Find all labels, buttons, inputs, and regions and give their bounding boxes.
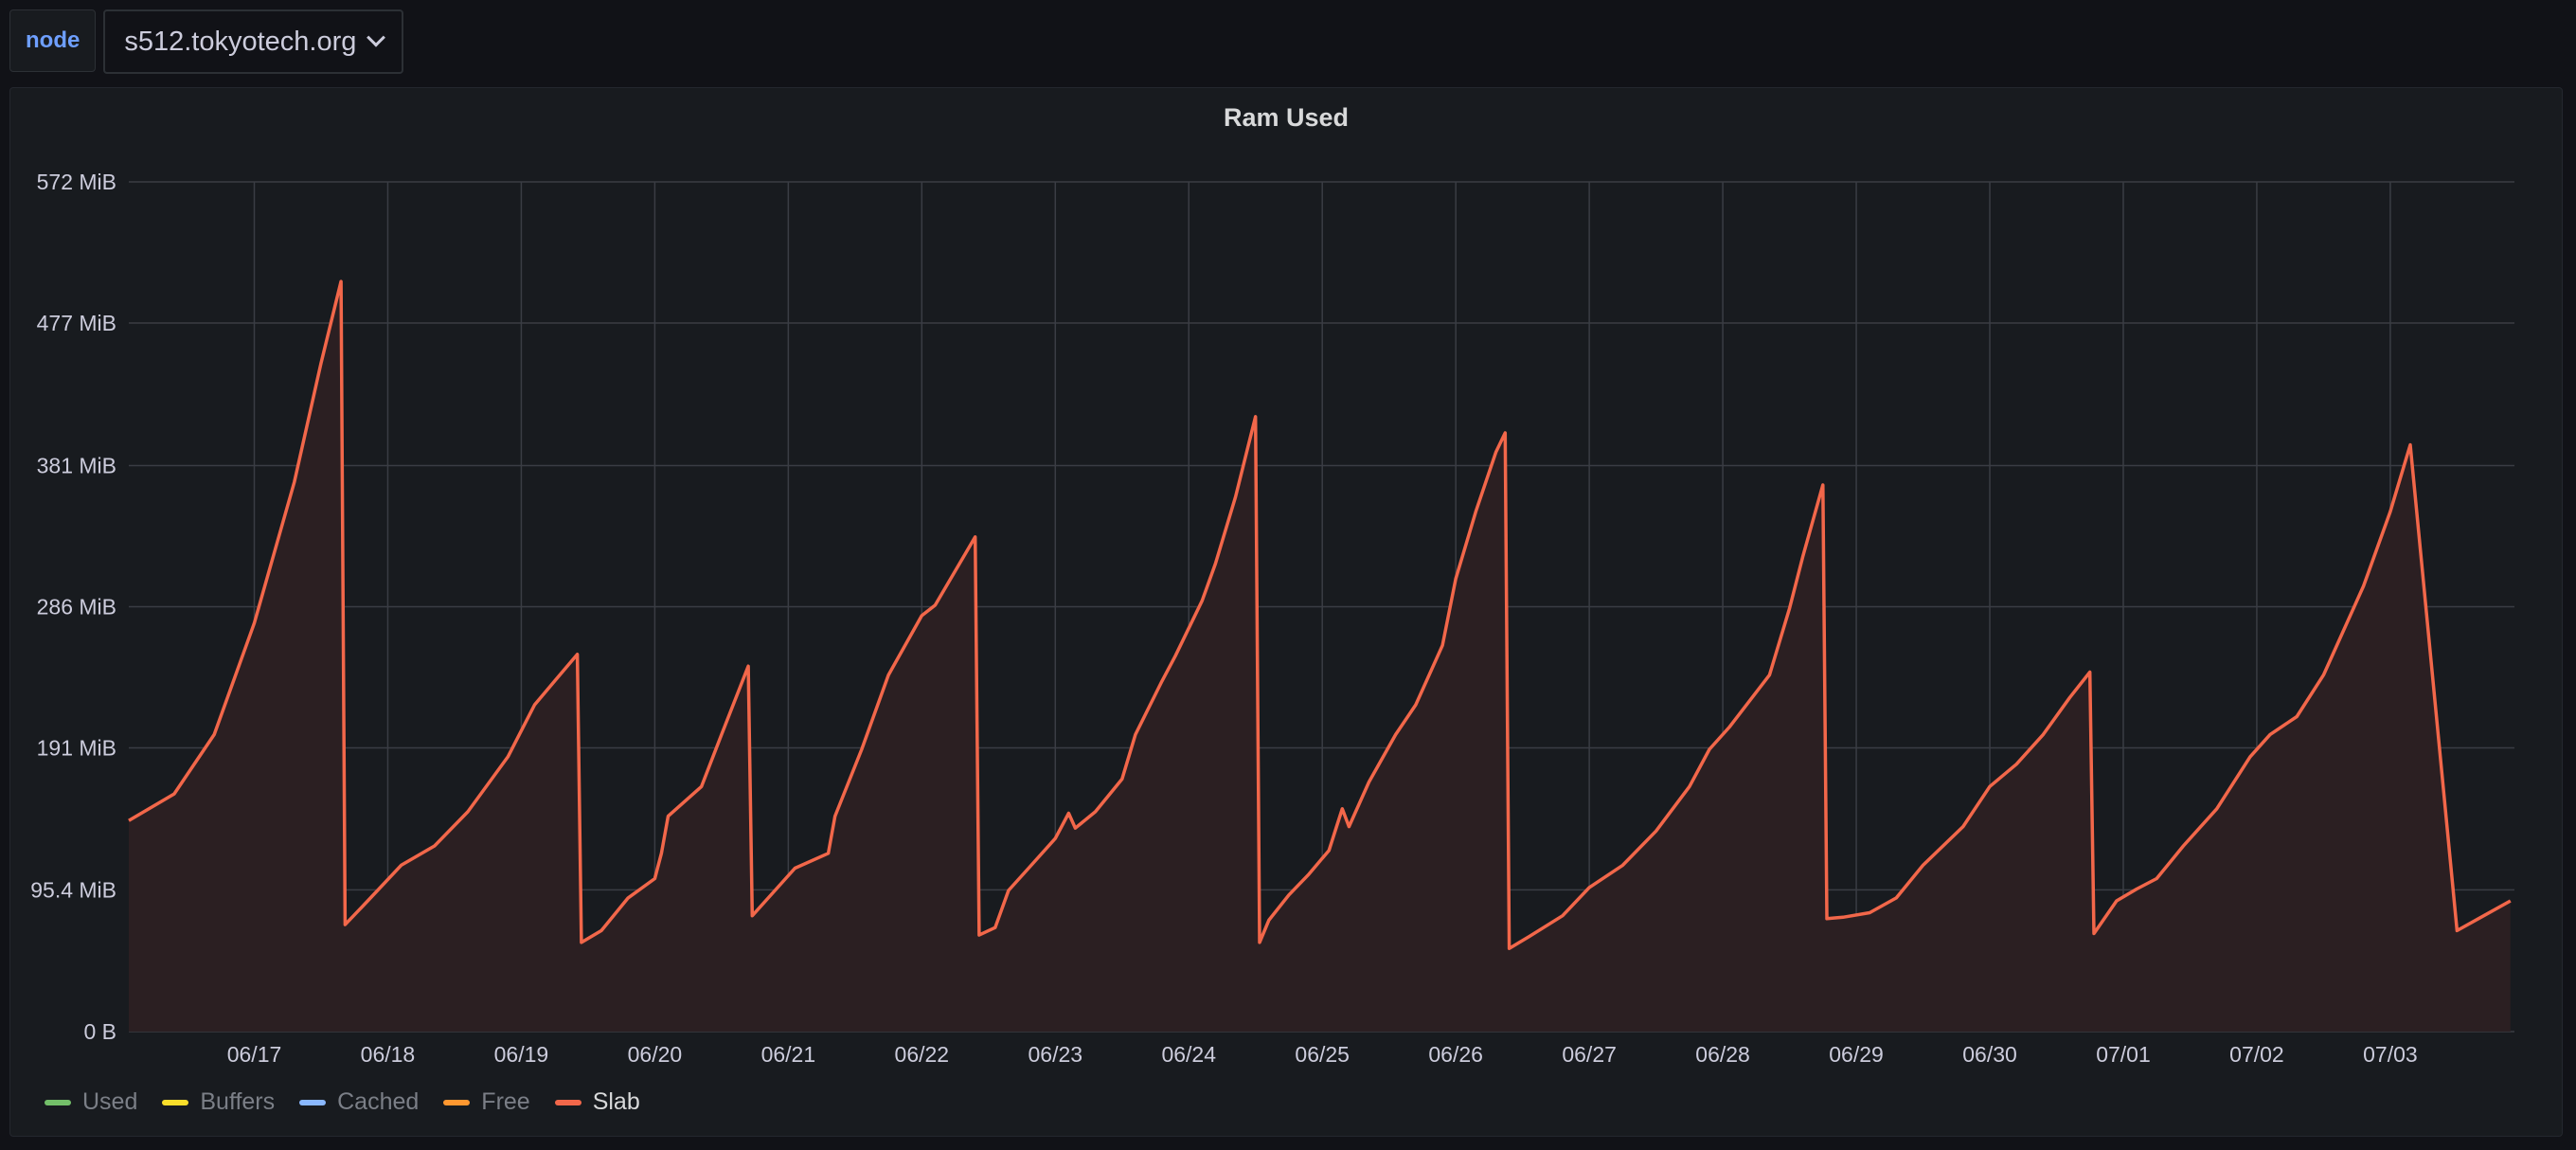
legend-label: Buffers xyxy=(200,1088,276,1115)
y-tick-label: 0 B xyxy=(83,1019,116,1044)
node-select[interactable]: s512.tokyotech.org xyxy=(103,9,404,74)
legend-item-used[interactable]: Used xyxy=(45,1088,137,1116)
x-tick-label: 06/25 xyxy=(1295,1042,1350,1067)
x-tick-label: 07/01 xyxy=(2096,1042,2151,1067)
legend-label: Used xyxy=(82,1088,138,1115)
x-tick-label: 06/28 xyxy=(1695,1042,1750,1067)
x-tick-label: 06/30 xyxy=(1962,1042,2017,1067)
legend-swatch xyxy=(554,1099,581,1105)
variable-bar: node s512.tokyotech.org xyxy=(9,9,404,74)
x-tick-label: 06/17 xyxy=(227,1042,282,1067)
x-tick-label: 06/20 xyxy=(628,1042,683,1067)
y-tick-label: 95.4 MiB xyxy=(30,877,116,902)
x-tick-label: 07/03 xyxy=(2363,1042,2418,1067)
y-tick-label: 477 MiB xyxy=(37,311,116,335)
legend-swatch xyxy=(443,1099,471,1105)
node-select-value: s512.tokyotech.org xyxy=(124,26,357,57)
y-tick-label: 572 MiB xyxy=(37,170,116,194)
chart-legend: Used Buffers Cached Free Slab xyxy=(45,1088,640,1116)
x-tick-label: 06/19 xyxy=(494,1042,549,1067)
x-tick-label: 06/24 xyxy=(1161,1042,1216,1067)
legend-item-slab[interactable]: Slab xyxy=(554,1088,640,1116)
legend-label: Cached xyxy=(337,1088,420,1115)
legend-item-buffers[interactable]: Buffers xyxy=(162,1088,275,1116)
x-tick-label: 06/27 xyxy=(1562,1042,1617,1067)
y-tick-label: 191 MiB xyxy=(37,735,116,760)
legend-swatch xyxy=(45,1099,71,1105)
chevron-down-icon xyxy=(367,27,386,47)
x-axis-ticks: 06/17 06/18 06/19 06/20 06/21 06/22 06/23 06/24… xyxy=(227,1042,2418,1067)
x-tick-label: 06/18 xyxy=(361,1042,416,1067)
ram-used-chart[interactable]: 0 B 95.4 MiB 191 MiB 286 MiB 381 MiB 477 MiB 5… xyxy=(10,88,2562,1136)
x-tick-label: 06/29 xyxy=(1829,1042,1884,1067)
x-tick-label: 07/02 xyxy=(2229,1042,2284,1067)
legend-label: Free xyxy=(481,1088,530,1115)
legend-swatch xyxy=(299,1099,327,1105)
legend-item-free[interactable]: Free xyxy=(443,1088,530,1116)
x-tick-label: 06/26 xyxy=(1428,1042,1483,1067)
slab-area-fill xyxy=(129,281,2511,1033)
variable-label: node xyxy=(9,9,97,72)
x-tick-label: 06/22 xyxy=(895,1042,950,1067)
y-tick-label: 381 MiB xyxy=(37,454,116,478)
legend-item-cached[interactable]: Cached xyxy=(299,1088,419,1116)
y-tick-label: 286 MiB xyxy=(37,595,116,620)
legend-swatch xyxy=(162,1099,189,1105)
x-tick-label: 06/21 xyxy=(761,1042,816,1067)
legend-label: Slab xyxy=(592,1088,640,1115)
ram-used-panel: Ram Used 0 B 95.4 MiB 191 MiB 286 MiB 381 Mi… xyxy=(9,87,2563,1137)
y-axis-ticks: 0 B 95.4 MiB 191 MiB 286 MiB 381 MiB 477 MiB 5… xyxy=(30,170,116,1044)
x-tick-label: 06/23 xyxy=(1028,1042,1082,1067)
